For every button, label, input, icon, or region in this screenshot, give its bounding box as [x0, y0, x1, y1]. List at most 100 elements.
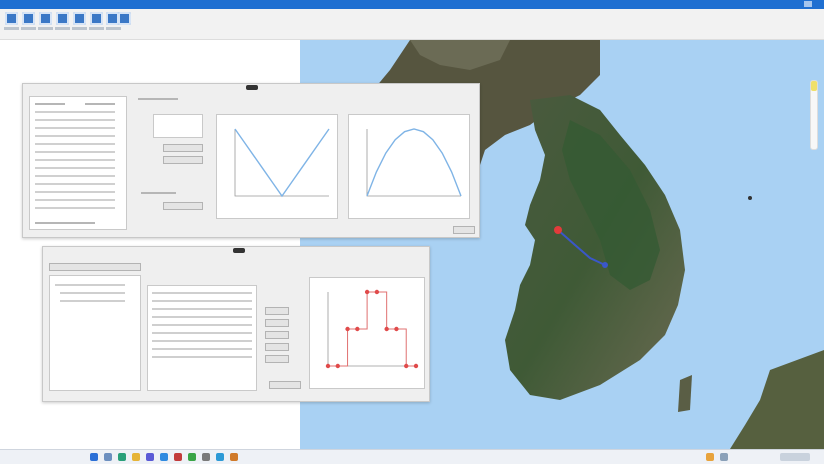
option-select[interactable]	[163, 202, 203, 210]
toolbar-label	[89, 27, 104, 30]
data-point	[413, 363, 419, 369]
list-item[interactable]	[35, 199, 115, 201]
action-button[interactable]	[265, 355, 289, 363]
action-button[interactable]	[265, 331, 289, 339]
table-row[interactable]	[152, 340, 252, 342]
toolbar-button-3[interactable]	[39, 12, 52, 25]
start-icon[interactable]	[90, 453, 98, 461]
data-point	[384, 326, 389, 332]
map-marker-start[interactable]	[554, 226, 562, 234]
taskbar	[0, 449, 824, 464]
tree-item[interactable]	[55, 284, 125, 286]
option-field[interactable]	[163, 156, 203, 164]
toolbar-button-6[interactable]	[90, 12, 103, 25]
edge-icon[interactable]	[118, 453, 126, 461]
app-icon[interactable]	[230, 453, 238, 461]
toolbar-label	[106, 27, 121, 30]
landmass-japan	[730, 350, 824, 449]
list-item[interactable]	[35, 119, 115, 121]
analysis-window-bottom	[42, 246, 430, 402]
list-item[interactable]	[35, 111, 115, 113]
series-line	[328, 291, 416, 367]
app-icon[interactable]	[188, 453, 196, 461]
data-point	[374, 289, 380, 295]
folder-icon[interactable]	[132, 453, 140, 461]
list-item[interactable]	[35, 135, 115, 137]
toolbar-button-8[interactable]	[118, 12, 131, 25]
map-zoom-scroll[interactable]	[810, 80, 818, 150]
list-item[interactable]	[35, 207, 115, 209]
data-table[interactable]	[147, 285, 257, 391]
window-close-handle[interactable]	[246, 85, 258, 90]
search-icon[interactable]	[104, 453, 112, 461]
island	[678, 375, 692, 412]
action-button[interactable]	[265, 319, 289, 327]
data-point	[355, 326, 360, 332]
app-icon[interactable]	[216, 453, 224, 461]
toolbar-button-1[interactable]	[5, 12, 18, 25]
tray-icon[interactable]	[720, 453, 728, 461]
toolbar-button-4[interactable]	[56, 12, 69, 25]
list-item[interactable]	[35, 151, 115, 153]
tray-icon[interactable]	[706, 453, 714, 461]
apply-button[interactable]	[269, 381, 301, 389]
chart-left	[234, 128, 330, 198]
app-icon[interactable]	[202, 453, 210, 461]
chart-panel-bottom	[309, 277, 425, 389]
list-item[interactable]	[35, 167, 115, 169]
list-item[interactable]	[35, 127, 115, 129]
data-point	[335, 363, 340, 369]
tab-button[interactable]	[49, 263, 141, 271]
tree-item[interactable]	[60, 300, 125, 302]
map-marker-end[interactable]	[602, 262, 608, 268]
table-row[interactable]	[152, 316, 252, 318]
list-item[interactable]	[35, 159, 115, 161]
map-point	[748, 196, 752, 200]
mail-icon[interactable]	[160, 453, 168, 461]
toolbar-label	[38, 27, 53, 30]
close-icon[interactable]	[804, 1, 812, 7]
clock-area[interactable]	[780, 453, 810, 461]
data-point	[364, 289, 370, 295]
data-point	[345, 326, 350, 332]
window-ok-button[interactable]	[453, 226, 475, 234]
list-item[interactable]	[35, 143, 115, 145]
tree-panel[interactable]	[49, 275, 141, 391]
table-row[interactable]	[152, 300, 252, 302]
chart-panel-left	[216, 114, 338, 219]
option-field[interactable]	[163, 144, 203, 152]
list-header	[85, 103, 115, 105]
toolbar-label	[72, 27, 87, 30]
toolbar-label	[55, 27, 70, 30]
toolbar	[0, 9, 824, 40]
toolbar-button-2[interactable]	[22, 12, 35, 25]
zoom-handle[interactable]	[811, 81, 817, 91]
table-row[interactable]	[152, 292, 252, 294]
store-icon[interactable]	[146, 453, 154, 461]
table-row[interactable]	[152, 348, 252, 350]
parameter-list[interactable]	[29, 96, 127, 230]
window-close-handle[interactable]	[233, 248, 245, 253]
toolbar-button-5[interactable]	[73, 12, 86, 25]
action-button[interactable]	[265, 343, 289, 351]
settings-label	[141, 192, 176, 194]
toolbar-label	[4, 27, 19, 30]
table-row[interactable]	[152, 308, 252, 310]
table-row[interactable]	[152, 324, 252, 326]
action-button[interactable]	[265, 307, 289, 315]
chart-axis	[234, 129, 329, 197]
list-item[interactable]	[35, 175, 115, 177]
app-icon[interactable]	[174, 453, 182, 461]
series-line	[366, 128, 462, 197]
table-row[interactable]	[152, 332, 252, 334]
series-line	[234, 128, 330, 198]
table-row[interactable]	[152, 356, 252, 358]
data-point	[404, 363, 409, 369]
list-item[interactable]	[35, 191, 115, 193]
tree-item[interactable]	[60, 292, 125, 294]
app-title-bar	[0, 0, 824, 9]
list-item[interactable]	[35, 183, 115, 185]
data-point	[325, 363, 331, 369]
toolbar-label	[21, 27, 36, 30]
settings-label	[138, 98, 178, 100]
